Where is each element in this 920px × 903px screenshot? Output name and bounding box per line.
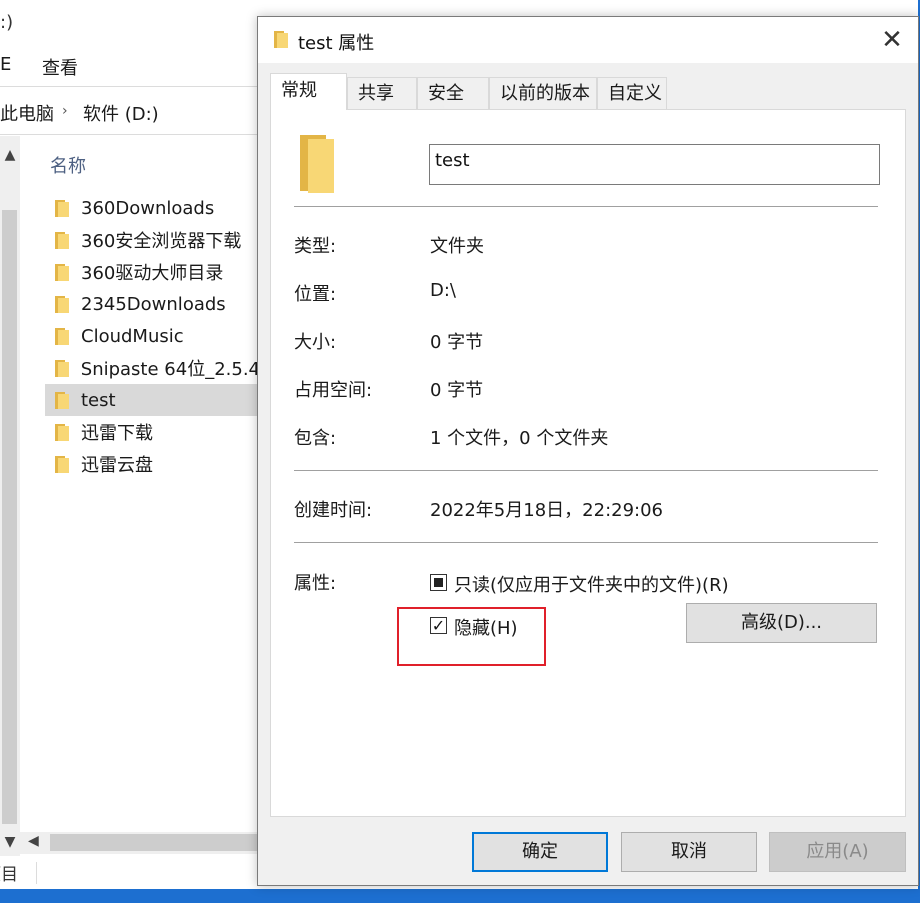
location-value: D:\ (430, 280, 456, 301)
tab-security[interactable]: 安全 (417, 77, 489, 109)
scroll-left-icon[interactable]: ◀ (28, 833, 39, 849)
folder-icon (53, 263, 69, 281)
size-label: 大小: (294, 332, 337, 353)
folder-icon (53, 455, 69, 473)
created-label: 创建时间: (294, 500, 373, 521)
file-list-item[interactable]: CloudMusic (45, 320, 260, 352)
folder-icon (53, 295, 69, 313)
ok-button[interactable]: 确定 (472, 832, 608, 872)
file-list-item[interactable]: Snipaste 64位_2.5.4 (45, 352, 260, 384)
apply-button[interactable]: 应用(A) (769, 832, 906, 872)
ribbon-tab-partial[interactable]: E (0, 54, 11, 75)
cancel-button[interactable]: 取消 (621, 832, 757, 872)
folder-icon (53, 199, 69, 217)
tab-previous-versions[interactable]: 以前的版本 (489, 77, 597, 109)
file-list-item[interactable]: 迅雷下载 (45, 416, 260, 448)
properties-dialog: test 属性 ✕ 常规 共享 安全 以前的版本 自定义 test 类型: 文件… (257, 16, 919, 886)
file-name: 迅雷云盘 (81, 455, 153, 476)
status-divider (36, 862, 37, 884)
ribbon-divider (0, 86, 270, 87)
type-value: 文件夹 (430, 236, 484, 257)
contains-label: 包含: (294, 428, 337, 449)
horizontal-scroll-thumb[interactable] (50, 834, 260, 851)
breadcrumb-chevron-icon[interactable]: › (62, 103, 68, 119)
large-folder-icon (300, 135, 336, 195)
folder-icon (274, 31, 288, 49)
file-name: 360驱动大师目录 (81, 263, 224, 284)
folder-icon (53, 327, 69, 345)
general-tab-panel (270, 109, 906, 817)
contains-value: 1 个文件，0 个文件夹 (430, 428, 609, 449)
file-name: 360安全浏览器下载 (81, 231, 242, 252)
taskbar (0, 889, 920, 903)
folder-icon (53, 359, 69, 377)
highlight-annotation-box (397, 607, 546, 666)
readonly-label[interactable]: 只读(仅应用于文件夹中的文件)(R) (454, 571, 729, 597)
file-name: 迅雷下载 (81, 423, 153, 444)
tab-general[interactable]: 常规 (270, 73, 347, 110)
file-name: 2345Downloads (81, 293, 226, 315)
disk-size-value: 0 字节 (430, 380, 484, 401)
file-list-item[interactable]: 360Downloads (45, 192, 260, 224)
disk-size-label: 占用空间: (294, 380, 373, 401)
tab-sharing[interactable]: 共享 (347, 77, 417, 109)
separator (294, 542, 878, 543)
type-label: 类型: (294, 236, 337, 257)
scroll-down-icon[interactable]: ▼ (2, 834, 18, 850)
separator (294, 206, 878, 207)
created-value: 2022年5月18日，22:29:06 (430, 500, 664, 521)
file-name: CloudMusic (81, 325, 184, 347)
size-value: 0 字节 (430, 332, 484, 353)
nav-scroll-thumb[interactable] (2, 210, 17, 824)
breadcrumb-this-pc[interactable]: 此电脑 (0, 100, 54, 126)
tab-customize[interactable]: 自定义 (597, 77, 667, 109)
folder-name-input[interactable]: test (429, 144, 880, 185)
attributes-label: 属性: (294, 573, 337, 594)
folder-icon (53, 423, 69, 441)
file-name: Snipaste 64位_2.5.4 (80, 359, 260, 380)
file-list-item[interactable]: 2345Downloads (45, 288, 260, 320)
status-bar-text: 项目 (0, 865, 18, 885)
ribbon-tab-view[interactable]: 查看 (42, 54, 78, 80)
explorer-title-fragment: :) (0, 12, 14, 33)
file-list-item[interactable]: 360驱动大师目录 (45, 256, 260, 288)
readonly-checkbox[interactable] (430, 574, 447, 591)
file-list-item[interactable]: 迅雷云盘 (45, 448, 260, 480)
dialog-title: test 属性 (298, 33, 375, 54)
address-divider (0, 134, 270, 135)
folder-icon (53, 231, 69, 249)
breadcrumb-drive[interactable]: 软件 (D:) (83, 100, 159, 126)
advanced-button[interactable]: 高级(D)... (686, 603, 877, 643)
column-header-name[interactable]: 名称 (50, 152, 86, 178)
scroll-up-icon[interactable]: ▲ (2, 147, 18, 163)
folder-icon (53, 391, 69, 409)
file-list-item[interactable]: 360安全浏览器下载 (45, 224, 260, 256)
separator (294, 470, 878, 471)
location-label: 位置: (294, 284, 337, 305)
file-list-item[interactable]: test (45, 384, 260, 416)
close-icon[interactable]: ✕ (872, 25, 912, 57)
file-name: 360Downloads (81, 197, 215, 219)
file-name: test (81, 389, 116, 411)
